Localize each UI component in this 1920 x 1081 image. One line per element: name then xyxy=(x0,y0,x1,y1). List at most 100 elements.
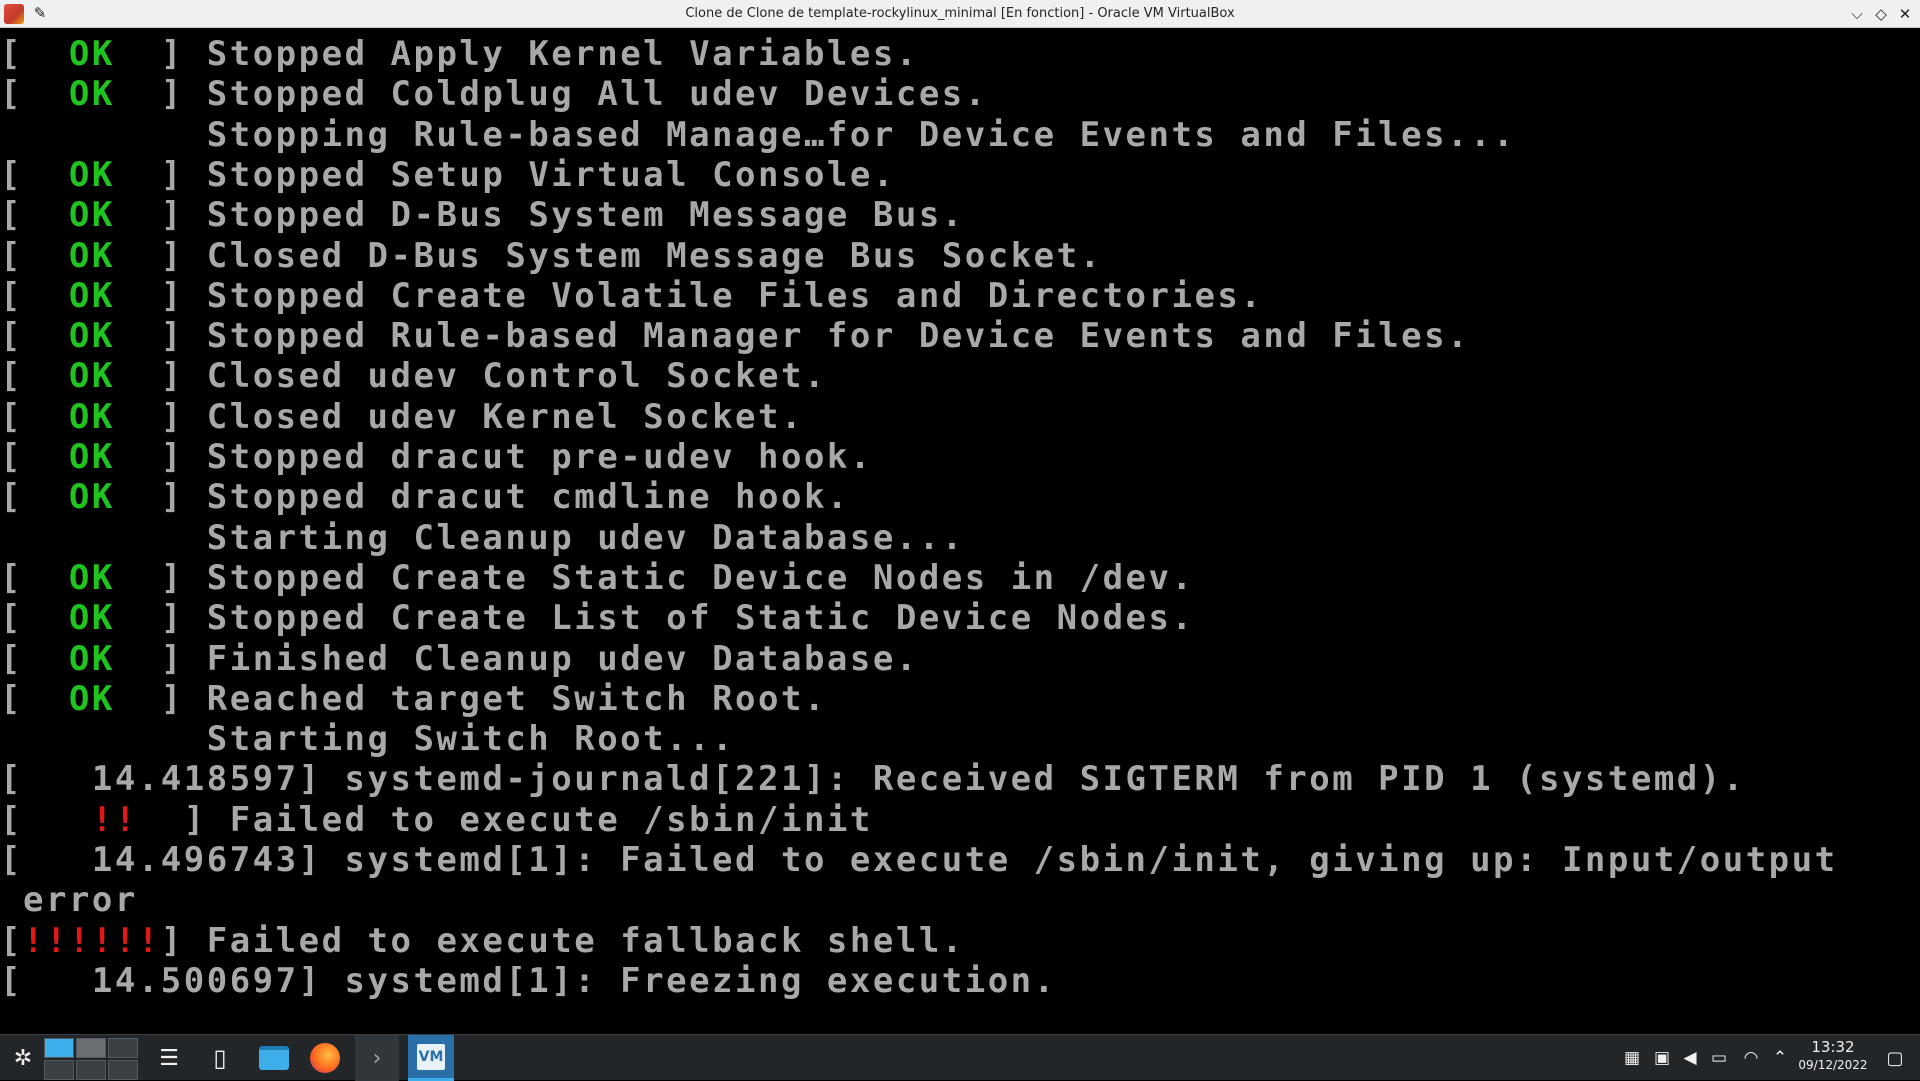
desktop-5[interactable] xyxy=(76,1060,106,1080)
console-line-prefix: [ 14.418597] systemd-journald[221]: Rece… xyxy=(0,759,1746,800)
virtualbox-task-button[interactable]: VM xyxy=(408,1035,454,1081)
console-line: [ OK ] Closed D-Bus System Message Bus S… xyxy=(0,236,1103,276)
wifi-icon[interactable]: ◠ xyxy=(1738,1035,1764,1081)
desktop-4[interactable] xyxy=(44,1060,74,1080)
desktop-2[interactable] xyxy=(76,1038,106,1058)
console-line: [ 14.500697] systemd[1]: Freezing execut… xyxy=(0,961,1057,1001)
console-line: [ OK ] Stopped Setup Virtual Console. xyxy=(0,155,896,195)
clipboard-icon[interactable]: ▦ xyxy=(1620,1035,1644,1081)
console-message: ] Closed D-Bus System Message Bus Socket… xyxy=(114,235,1103,276)
notes-icon[interactable]: ▣ xyxy=(1650,1035,1674,1081)
close-button[interactable]: ✕ xyxy=(1895,4,1915,24)
window-title: Clone de Clone de template-rockylinux_mi… xyxy=(685,6,1235,21)
console-message: Stopping Rule-based Manage…for Device Ev… xyxy=(0,114,1517,155)
application-launcher-icon[interactable]: ✲ xyxy=(6,1035,40,1081)
console-message: ] Closed udev Control Socket. xyxy=(114,356,827,397)
desktop-1[interactable] xyxy=(44,1038,74,1058)
console-line: [ OK ] Reached target Switch Root. xyxy=(0,679,827,719)
console-line: [ OK ] Stopped Apply Kernel Variables. xyxy=(0,34,919,74)
console-message: ] Reached target Switch Root. xyxy=(114,678,827,719)
virtual-desktop-pager[interactable] xyxy=(44,1035,140,1081)
console-line-prefix: [ xyxy=(0,396,69,437)
console-line: [ 14.496743] systemd[1]: Failed to execu… xyxy=(0,840,1838,880)
virtualbox-icon: VM xyxy=(417,1043,445,1070)
minimize-button[interactable]: ⌵ xyxy=(1847,4,1867,24)
console-line-prefix: [ xyxy=(0,356,69,397)
console-line: [!!!!!!] Failed to execute fallback shel… xyxy=(0,921,965,961)
console-line: [ OK ] Stopped Rule-based Manager for De… xyxy=(0,316,1470,356)
console-line: [ OK ] Stopped Coldplug All udev Devices… xyxy=(0,74,988,114)
console-status: OK xyxy=(68,678,115,719)
console-status: OK xyxy=(68,477,115,518)
console-line-prefix: [ xyxy=(0,437,69,477)
console-message: ] Finished Cleanup udev Database. xyxy=(114,638,919,679)
console-line: [ !! ] Failed to execute /sbin/init xyxy=(0,800,873,840)
console-line-prefix: [ xyxy=(0,557,69,598)
vm-console-screen[interactable]: [ OK ] Stopped Apply Kernel Variables.[ … xyxy=(0,28,1920,1034)
console-line: [ OK ] Stopped Create Static Device Node… xyxy=(0,558,1194,598)
file-manager-icon[interactable] xyxy=(254,1035,294,1081)
console-status: !! xyxy=(91,799,138,840)
console-line-prefix: [ xyxy=(0,477,69,518)
window-titlebar[interactable]: ✎ Clone de Clone de template-rockylinux_… xyxy=(0,0,1920,28)
tray-expand-icon[interactable]: ⌃ xyxy=(1768,1035,1792,1081)
battery-icon[interactable]: ▭ xyxy=(1706,1035,1732,1081)
console-status: OK xyxy=(68,316,115,357)
text-editor-icon[interactable]: ▯ xyxy=(203,1035,237,1081)
console-line-prefix: [ xyxy=(0,74,69,115)
console-line: Stopping Rule-based Manage…for Device Ev… xyxy=(0,115,1516,155)
console-status: OK xyxy=(68,638,115,679)
clock[interactable]: 13:32 09/12/2022 xyxy=(1796,1038,1870,1073)
console-status: OK xyxy=(68,275,115,316)
console-status: !!!!!! xyxy=(22,920,161,961)
console-message: Starting Switch Root... xyxy=(0,719,736,760)
console-message: ] Stopped Rule-based Manager for Device … xyxy=(114,316,1471,357)
console-status: OK xyxy=(68,598,115,639)
clock-date: 09/12/2022 xyxy=(1798,1058,1868,1072)
console-line: [ 14.418597] systemd-journald[221]: Rece… xyxy=(0,759,1746,799)
console-line: Starting Switch Root... xyxy=(0,719,735,759)
console-line-prefix: [ xyxy=(0,235,69,276)
console-line: [ OK ] Stopped D-Bus System Message Bus. xyxy=(0,195,965,235)
console-line-prefix: [ 14.500697] systemd[1]: Freezing execut… xyxy=(0,960,1057,1001)
console-message: ] Stopped Coldplug All udev Devices. xyxy=(114,74,988,115)
volume-icon[interactable]: ◀ xyxy=(1678,1035,1702,1081)
console-status: OK xyxy=(68,74,115,115)
console-line-prefix: [ xyxy=(0,195,69,236)
console-message: ] Stopped Create Static Device Nodes in … xyxy=(114,557,1195,598)
console-line: error xyxy=(0,880,138,920)
console-status: OK xyxy=(68,557,115,598)
console-message: ] Closed udev Kernel Socket. xyxy=(114,396,804,437)
console-line: [ OK ] Finished Cleanup udev Database. xyxy=(0,639,919,679)
console-message: ] Failed to execute /sbin/init xyxy=(137,799,873,840)
settings-icon[interactable]: ☰ xyxy=(152,1035,186,1081)
console-message: ] Stopped dracut pre-udev hook. xyxy=(114,437,873,477)
console-message: ] Stopped Create Volatile Files and Dire… xyxy=(114,275,1264,316)
console-line: [ OK ] Closed udev Kernel Socket. xyxy=(0,397,804,437)
console-status: OK xyxy=(68,356,115,397)
console-message: ] Stopped Setup Virtual Console. xyxy=(114,154,896,195)
maximize-button[interactable]: ◇ xyxy=(1871,4,1891,24)
console-status: OK xyxy=(68,437,115,477)
console-line: [ OK ] Closed udev Control Socket. xyxy=(0,356,827,396)
console-line-prefix: [ xyxy=(0,34,69,74)
console-status: OK xyxy=(68,195,115,236)
console-status: OK xyxy=(68,235,115,276)
console-line: [ OK ] Stopped dracut pre-udev hook. xyxy=(0,437,873,477)
konsole-icon[interactable]: › xyxy=(355,1035,399,1081)
console-message: Starting Cleanup udev Database... xyxy=(0,517,965,558)
console-message: ] Stopped Create List of Static Device N… xyxy=(114,598,1195,639)
console-line-prefix: [ xyxy=(0,598,69,639)
show-desktop-icon[interactable]: ▢ xyxy=(1880,1035,1910,1081)
desktop-3[interactable] xyxy=(108,1038,138,1058)
console-message: ] Stopped D-Bus System Message Bus. xyxy=(114,195,965,236)
console-status: OK xyxy=(68,396,115,437)
console-line-prefix: [ xyxy=(0,275,69,316)
firefox-icon[interactable] xyxy=(305,1035,345,1081)
desktop-6[interactable] xyxy=(108,1060,138,1080)
console-line-prefix: [ 14.496743] systemd[1]: Failed to execu… xyxy=(0,840,1838,880)
console-line-prefix: [ xyxy=(0,154,69,195)
console-line: [ OK ] Stopped dracut cmdline hook. xyxy=(0,477,850,517)
console-line: Starting Cleanup udev Database... xyxy=(0,518,965,558)
console-line-prefix: [ xyxy=(0,678,69,719)
